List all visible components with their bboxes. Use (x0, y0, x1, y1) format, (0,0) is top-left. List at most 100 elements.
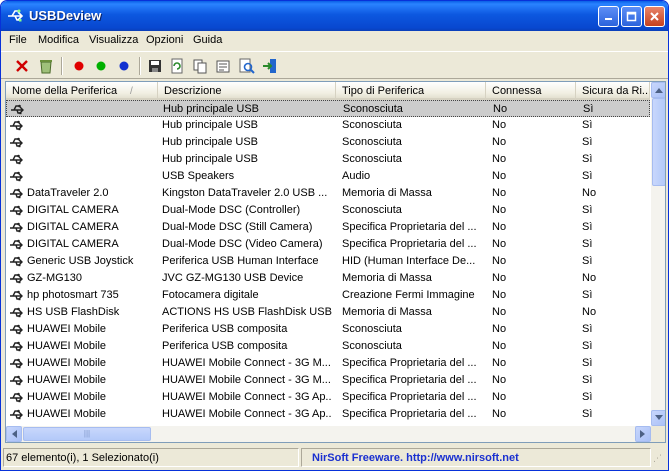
cell-device-type: Memoria di Massa (342, 272, 432, 284)
resize-grip-icon[interactable]: ⋰ (653, 453, 665, 465)
column-header-safe-removal[interactable]: Sicura da Ri... (576, 82, 650, 100)
scroll-left-button[interactable] (6, 426, 22, 442)
scroll-up-button[interactable] (651, 82, 665, 98)
table-row[interactable]: DIGITAL CAMERA Dual-Mode DSC (Controller)… (6, 202, 650, 219)
menu-guida[interactable]: Guida (193, 34, 222, 46)
table-row[interactable]: DIGITAL CAMERA Dual-Mode DSC (Still Camer… (6, 219, 650, 236)
usb-device-icon (11, 104, 24, 115)
vertical-scrollbar[interactable] (651, 82, 665, 426)
table-row[interactable]: Hub principale USB Sconosciuta No Sì (6, 117, 650, 134)
menu-opzioni[interactable]: Opzioni (146, 34, 183, 46)
nirsoft-link[interactable]: NirSoft Freeware. http://www.nirsoft.net (301, 448, 651, 467)
refresh-button[interactable] (167, 56, 187, 76)
column-header-device-type[interactable]: Tipo di Periferica (336, 82, 486, 100)
cell-device-type: Specifica Proprietaria del ... (342, 357, 477, 369)
table-row[interactable]: GZ-MG130 JVC GZ-MG130 USB Device Memoria d… (6, 270, 650, 287)
minimize-button[interactable] (598, 6, 619, 27)
cell-description: USB Speakers (162, 170, 235, 182)
usb-device-icon (10, 205, 23, 216)
menu-modifica[interactable]: Modifica (38, 34, 79, 46)
table-row[interactable]: HUAWEI Mobile Periferica USB composita Sco… (6, 321, 650, 338)
device-list[interactable]: Nome della Periferica / Descrizione Tipo … (5, 81, 666, 443)
blue-dot-button[interactable] (114, 56, 134, 76)
sort-indicator: / (130, 86, 133, 97)
cell-device-type: Specifica Proprietaria del ... (342, 408, 477, 420)
menu-visualizza[interactable]: Visualizza (89, 34, 138, 46)
usb-device-icon (10, 256, 23, 267)
column-header-description[interactable]: Descrizione (158, 82, 336, 100)
cell-device-name: DIGITAL CAMERA (27, 204, 119, 216)
table-row[interactable]: DataTraveler 2.0 Kingston DataTraveler 2.… (6, 185, 650, 202)
cell-description: Dual-Mode DSC (Still Camera) (162, 221, 313, 233)
red-dot-button[interactable] (69, 56, 89, 76)
properties-icon (216, 60, 230, 73)
scroll-corner (651, 426, 665, 442)
arrow-up-icon (655, 88, 663, 93)
table-row[interactable]: Hub principale USB Sconosciuta No Sì (6, 151, 650, 168)
usb-device-icon (10, 307, 23, 318)
find-button[interactable] (237, 56, 257, 76)
cell-device-type: Sconosciuta (343, 103, 403, 115)
arrow-right-icon (640, 430, 645, 438)
table-row[interactable]: DIGITAL CAMERA Dual-Mode DSC (Video Camer… (6, 236, 650, 253)
column-header-label: Descrizione (164, 85, 222, 97)
green-dot-button[interactable] (91, 56, 111, 76)
table-row[interactable]: HUAWEI Mobile HUAWEI Mobile Connect - 3G … (6, 406, 650, 423)
cell-safe-removal: Sì (582, 136, 593, 148)
uninstall-icon (40, 60, 52, 74)
save-button[interactable] (145, 56, 165, 76)
cell-device-name (27, 151, 155, 168)
table-row[interactable]: Generic USB Joystick Periferica USB Human… (6, 253, 650, 270)
cell-description: HUAWEI Mobile Connect - 3G M... (162, 357, 331, 369)
usb-device-icon (10, 188, 23, 199)
cell-safe-removal: Sì (582, 357, 593, 369)
usb-device-icon (10, 137, 23, 148)
horizontal-scroll-thumb[interactable]: ||| (23, 427, 151, 441)
cell-description: ACTIONS HS USB FlashDisk USB ... (162, 306, 332, 318)
table-row[interactable]: Hub principale USB Sconosciuta No Sì (6, 134, 650, 151)
scroll-down-button[interactable] (651, 410, 665, 426)
usb-device-icon (10, 239, 23, 250)
title-bar[interactable]: USBDeview (1, 1, 668, 31)
horizontal-scrollbar[interactable]: ||| (6, 426, 651, 442)
disconnect-button[interactable] (12, 56, 32, 76)
table-row[interactable]: USB Speakers Audio No Sì (6, 168, 650, 185)
cell-connected: No (492, 153, 507, 165)
scroll-right-button[interactable] (635, 426, 651, 442)
column-header-name[interactable]: Nome della Periferica / (6, 82, 158, 100)
cell-device-type: Memoria di Massa (342, 306, 432, 318)
cell-description: Hub principale USB (163, 103, 259, 115)
maximize-button[interactable] (621, 6, 642, 27)
vertical-scroll-thumb[interactable] (652, 98, 665, 186)
menu-file[interactable]: File (9, 34, 27, 46)
uninstall-button[interactable] (36, 56, 56, 76)
table-row[interactable]: HUAWEI Mobile HUAWEI Mobile Connect - 3G … (6, 355, 650, 372)
column-header-connected[interactable]: Connessa (486, 82, 576, 100)
table-row[interactable]: HUAWEI Mobile Periferica USB composita Sco… (6, 338, 650, 355)
table-row[interactable]: HUAWEI Mobile HUAWEI Mobile Connect - 3G … (6, 389, 650, 406)
cell-device-type: Creazione Fermi Immagine (342, 289, 475, 301)
cell-connected: No (492, 408, 507, 420)
cell-connected: No (492, 187, 507, 199)
cell-device-type: Specifica Proprietaria del ... (342, 238, 477, 250)
usb-app-icon (8, 9, 24, 22)
table-row[interactable]: HUAWEI Mobile HUAWEI Mobile Connect - 3G … (6, 372, 650, 389)
cell-description: Hub principale USB (162, 136, 258, 148)
table-row[interactable]: HS USB FlashDisk ACTIONS HS USB FlashDisk… (6, 304, 650, 321)
copy-button[interactable] (190, 56, 210, 76)
table-row[interactable]: hp photosmart 735 Fotocamera digitale Crea… (6, 287, 650, 304)
column-header-label: Tipo di Periferica (342, 85, 425, 97)
column-header-label: Nome della Periferica (12, 85, 118, 97)
cell-device-type: HID (Human Interface De... (342, 255, 476, 267)
blue-dot-icon (119, 61, 129, 71)
usb-device-icon (10, 324, 23, 335)
properties-button[interactable] (213, 56, 233, 76)
cell-device-type: Sconosciuta (342, 323, 402, 335)
usb-device-icon (10, 154, 23, 165)
table-row[interactable]: Hub principale USB Sconosciuta No Sì (6, 100, 650, 117)
cell-device-name: GZ-MG130 (27, 272, 83, 284)
close-button[interactable] (644, 6, 665, 27)
cell-description: Dual-Mode DSC (Controller) (162, 204, 301, 216)
exit-button[interactable] (260, 56, 280, 76)
red-dot-icon (74, 61, 84, 71)
